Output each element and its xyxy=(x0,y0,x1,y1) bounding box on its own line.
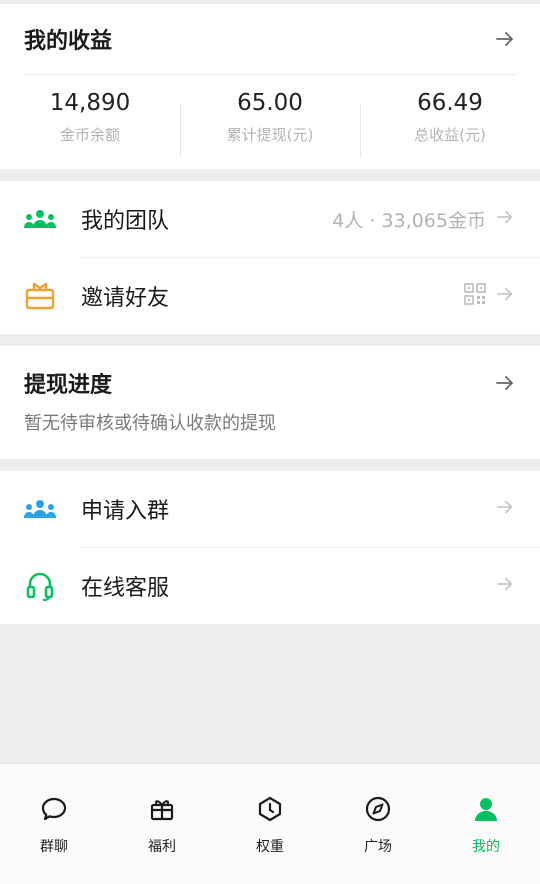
stat-label: 总收益(元) xyxy=(414,126,486,144)
customer-service-row[interactable]: 在线客服 xyxy=(0,548,540,624)
team-summary: 4人 · 33,065金币 xyxy=(332,209,486,232)
user-icon xyxy=(471,794,501,824)
arrow-right-icon[interactable] xyxy=(496,498,514,520)
tab-label: 权重 xyxy=(256,839,284,855)
arrow-right-icon[interactable] xyxy=(496,575,514,597)
service-section: 申请入群 在线客服 xyxy=(0,471,540,624)
team-section: 我的团队 4人 · 33,065金币 邀请好友 xyxy=(0,181,540,334)
withdraw-progress-title: 提现进度 xyxy=(24,372,113,398)
tab-group-chat[interactable]: 群聊 xyxy=(0,764,108,884)
stat-value: 66.49 xyxy=(417,90,483,116)
arrow-right-icon[interactable] xyxy=(494,28,516,50)
stat-coin-balance[interactable]: 14,890 金币余额 xyxy=(0,90,180,145)
join-group-row[interactable]: 申请入群 xyxy=(0,471,540,547)
customer-service-label: 在线客服 xyxy=(81,576,170,601)
qr-code-icon[interactable] xyxy=(464,282,486,310)
gift-box-icon xyxy=(23,280,56,313)
stat-total-earnings[interactable]: 66.49 总收益(元) xyxy=(360,90,540,158)
tab-label: 群聊 xyxy=(40,839,68,855)
tab-label: 我的 xyxy=(472,839,500,855)
my-team-label: 我的团队 xyxy=(81,209,170,234)
invite-friends-row[interactable]: 邀请好友 xyxy=(0,258,540,334)
team-icon xyxy=(23,203,56,236)
earnings-stats: 14,890 金币余额 65.00 累计提现(元) 66.49 总收益(元) xyxy=(0,75,540,166)
earnings-title: 我的收益 xyxy=(24,29,113,54)
group-icon xyxy=(23,493,56,526)
weight-icon xyxy=(255,794,285,824)
tab-welfare[interactable]: 福利 xyxy=(108,764,216,884)
stat-value: 14,890 xyxy=(49,90,131,116)
withdraw-progress-card[interactable]: 提现进度 暂无待审核或待确认收款的提现 xyxy=(0,346,540,459)
stat-total-withdrawn[interactable]: 65.00 累计提现(元) xyxy=(180,90,360,158)
withdraw-progress-subtitle: 暂无待审核或待确认收款的提现 xyxy=(24,413,276,434)
compass-icon xyxy=(363,794,393,824)
bottom-tab-bar: 群聊 福利 权重 广场 我的 xyxy=(0,763,540,884)
tab-label: 福利 xyxy=(148,839,176,855)
gift-icon xyxy=(147,794,177,824)
join-group-label: 申请入群 xyxy=(81,499,170,524)
my-team-row[interactable]: 我的团队 4人 · 33,065金币 xyxy=(0,181,540,257)
chat-bubble-icon xyxy=(39,794,69,824)
tab-weight[interactable]: 权重 xyxy=(216,764,324,884)
tab-plaza[interactable]: 广场 xyxy=(324,764,432,884)
invite-friends-label: 邀请好友 xyxy=(81,286,170,311)
earnings-header[interactable]: 我的收益 xyxy=(24,4,516,75)
arrow-right-icon[interactable] xyxy=(494,372,516,394)
headset-icon xyxy=(23,570,56,603)
arrow-right-icon[interactable] xyxy=(496,285,514,307)
stat-label: 金币余额 xyxy=(59,126,120,144)
stat-label: 累计提现(元) xyxy=(226,126,314,144)
tab-mine[interactable]: 我的 xyxy=(432,764,540,884)
earnings-card[interactable]: 我的收益 14,890 金币余额 65.00 累计提现(元) 66.49 总收益… xyxy=(0,4,540,169)
arrow-right-icon[interactable] xyxy=(496,208,514,230)
stat-value: 65.00 xyxy=(237,90,303,116)
tab-label: 广场 xyxy=(364,839,392,855)
